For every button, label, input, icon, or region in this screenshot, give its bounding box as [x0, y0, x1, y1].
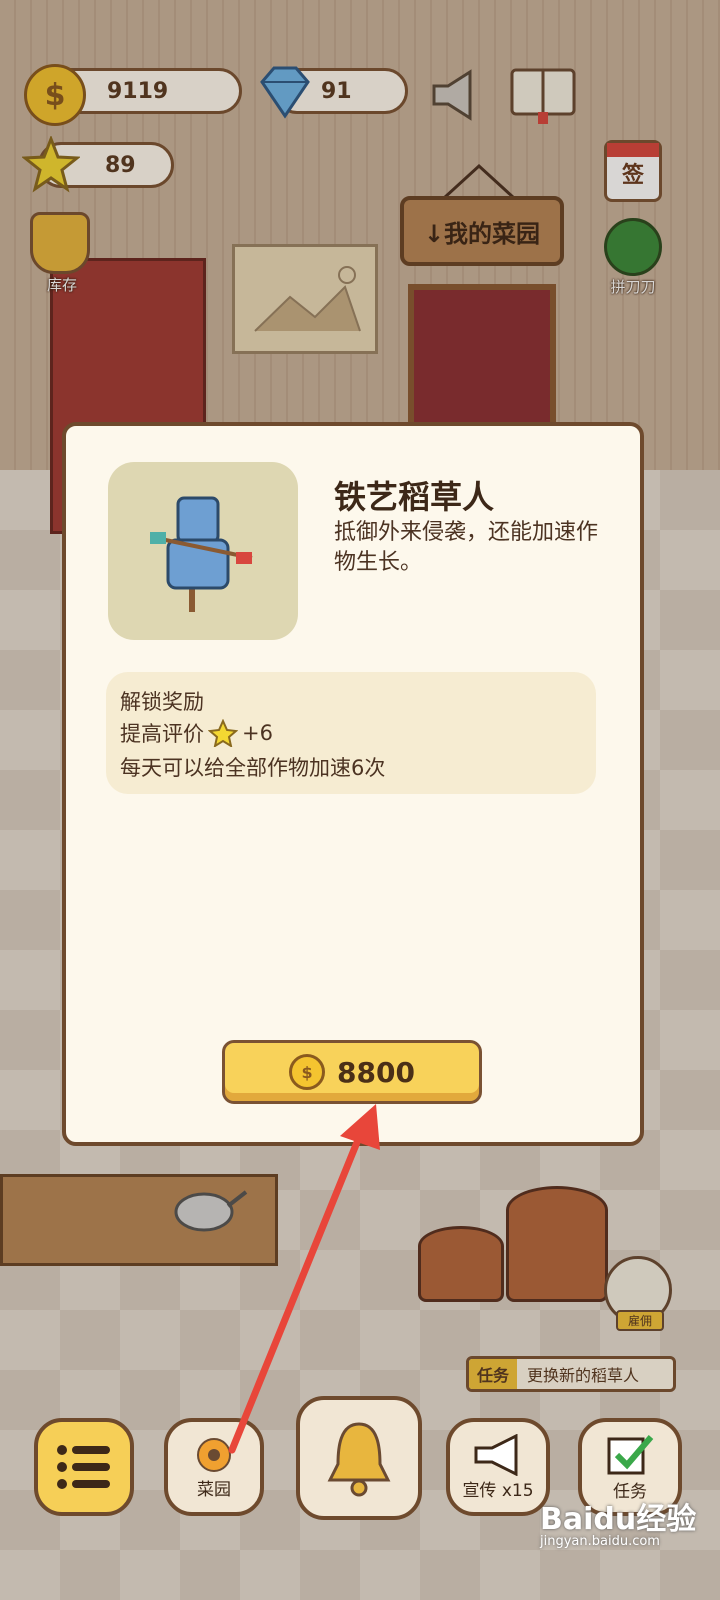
reward-rating-row: 提高评价 +6	[120, 718, 273, 748]
bell-button[interactable]	[296, 1396, 422, 1520]
garden-button[interactable]: 菜园	[164, 1418, 264, 1516]
promote-button[interactable]: 宣传 x15	[446, 1418, 550, 1516]
promote-label: 宣传 x15	[462, 1480, 534, 1501]
buy-button[interactable]: $ 8800	[222, 1040, 482, 1104]
baidu-watermark: Baidu经验	[540, 1502, 697, 1537]
checkbox-icon	[607, 1434, 654, 1474]
reward-heading: 解锁奖励	[120, 690, 204, 714]
list-icon	[57, 1445, 110, 1489]
item-title: 铁艺稻草人	[334, 478, 495, 516]
bell-icon	[327, 1422, 391, 1497]
megaphone-icon	[474, 1433, 518, 1476]
coin-icon: $	[289, 1054, 326, 1090]
item-image-box	[108, 462, 298, 640]
reward-speedup: 每天可以给全部作物加速6次	[120, 756, 386, 780]
reward-rating-label: 提高评价	[120, 722, 204, 746]
baidu-watermark-url: jingyan.baidu.com	[540, 1534, 660, 1549]
reward-rating-value: +6	[242, 721, 273, 745]
star-icon	[208, 719, 238, 747]
item-description: 抵御外来侵袭，还能加速作物生长。	[334, 520, 599, 575]
flower-icon	[197, 1437, 231, 1472]
garden-label: 菜园	[197, 1479, 231, 1500]
unlock-reward-panel: 解锁奖励 提高评价 +6 每天可以给全部作物加速6次	[106, 672, 596, 794]
price-label: 8800	[337, 1055, 415, 1089]
menu-button[interactable]	[34, 1418, 134, 1516]
scarecrow-icon	[150, 496, 253, 612]
